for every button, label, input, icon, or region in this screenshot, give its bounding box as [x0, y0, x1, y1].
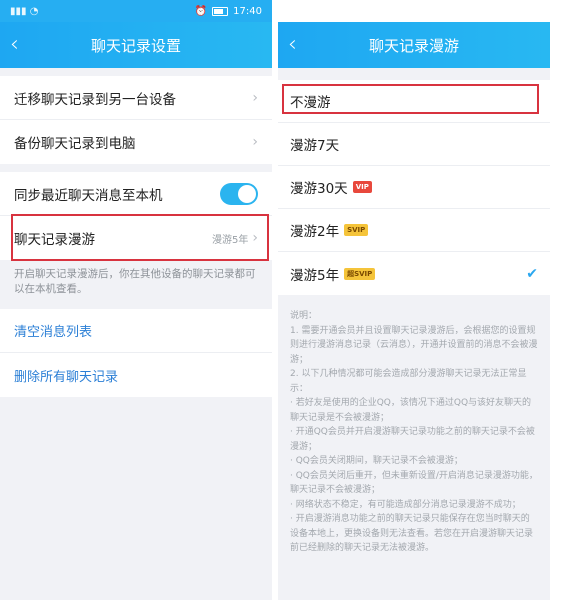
migrate-records-label: 迁移聊天记录到另一台设备 — [14, 91, 176, 108]
chevron-right-icon: › — [252, 89, 258, 106]
notes-line: 2. 以下几种情况都可能会造成部分漫游聊天记录无法正常显示： — [290, 369, 527, 394]
delete-all-records-row[interactable]: 删除所有聊天记录 — [0, 353, 272, 397]
chevron-right-icon: › — [252, 134, 258, 150]
migrate-records-row[interactable]: 迁移聊天记录到另一台设备 › — [0, 76, 272, 120]
sync-toggle[interactable] — [220, 182, 258, 205]
notes-line: · QQ会员关闭后重开，但未重新设置/开启消息记录漫游功能，聊天记录不会被漫游； — [290, 470, 538, 496]
signal-icon: ▮▮▮ ◔ — [10, 5, 39, 17]
chat-record-settings-screen: ▮▮▮ ◔ ⏰ 17:40 ‹ 聊天记录设置 迁移聊天记录到另一台设备 › 备份… — [0, 0, 272, 600]
option-no-roaming[interactable]: 不漫游 — [278, 80, 550, 123]
option-5-years[interactable]: 漫游5年 超SVIP ✔ — [278, 252, 550, 295]
sync-recent-label: 同步最近聊天消息至本机 — [14, 187, 163, 204]
page-title: 聊天记录设置 — [90, 36, 181, 55]
notes-line: · 若好友是使用的企业QQ，该情况下通过QQ与该好友聊天的聊天记录是不会被漫游； — [290, 398, 532, 423]
status-time: 17:40 — [233, 5, 262, 17]
notes-line: · 开通QQ会员并开启漫游聊天记录功能之前的聊天记录不会被漫游； — [290, 427, 535, 452]
roaming-label: 聊天记录漫游 — [14, 232, 95, 248]
roaming-hint: 开启聊天记录漫游后，你在其他设备的聊天记录都可以在本机查看。 — [14, 268, 256, 295]
option-label: 不漫游 — [290, 95, 331, 111]
chat-roaming-screen: ‹ 聊天记录漫游 不漫游 漫游7天 漫游30天 VIP 漫游2年 SVIP 漫游… — [278, 22, 550, 600]
toggle-knob — [238, 184, 256, 203]
roaming-options: 不漫游 漫游7天 漫游30天 VIP 漫游2年 SVIP 漫游5年 超SVIP … — [278, 80, 550, 295]
chevron-right-icon: › — [252, 230, 258, 246]
notes-line: 1. 需要开通会员并且设置聊天记录漫游后，会根据您的设置规则进行漫游消息记录（云… — [290, 325, 538, 365]
vip-badge: VIP — [352, 181, 372, 193]
checkmark-icon: ✔ — [526, 265, 538, 282]
clear-group: 清空消息列表 删除所有聊天记录 — [0, 309, 272, 397]
nav-bar: ‹ 聊天记录设置 — [0, 22, 272, 68]
notes-line: · 开启漫游消息功能之前的聊天记录只能保存在您当时聊天的设备本地上，更换设备则无… — [290, 514, 534, 553]
sync-group: 同步最近聊天消息至本机 聊天记录漫游 漫游5年 › — [0, 172, 272, 260]
delete-all-records-label: 删除所有聊天记录 — [14, 369, 119, 385]
notes-line: · QQ会员关闭期间，聊天记录不会被漫游； — [290, 456, 463, 466]
clear-message-list-label: 清空消息列表 — [14, 325, 93, 340]
backup-to-pc-label: 备份聊天记录到电脑 — [14, 136, 136, 152]
option-label: 漫游30天 — [290, 181, 348, 197]
battery-icon — [212, 6, 229, 16]
option-30-days[interactable]: 漫游30天 VIP — [278, 166, 550, 209]
transfer-group: 迁移聊天记录到另一台设备 › 备份聊天记录到电脑 › — [0, 76, 272, 164]
option-label: 漫游5年 — [290, 267, 340, 284]
option-label: 漫游2年 — [290, 224, 340, 240]
roaming-value: 漫游5年 — [212, 234, 249, 246]
notes-line: · 网络状态不稳定，有可能造成部分消息记录漫游不成功； — [290, 499, 521, 510]
nav-bar: ‹ 聊天记录漫游 — [278, 22, 550, 68]
option-2-years[interactable]: 漫游2年 SVIP — [278, 209, 550, 252]
backup-to-pc-row[interactable]: 备份聊天记录到电脑 › — [0, 120, 272, 164]
back-icon[interactable]: ‹ — [288, 34, 297, 56]
back-icon[interactable]: ‹ — [10, 34, 19, 56]
status-bar: ▮▮▮ ◔ ⏰ 17:40 — [0, 0, 272, 22]
page-title: 聊天记录漫游 — [368, 36, 459, 55]
notes-line: 说明： — [290, 311, 318, 321]
option-7-days[interactable]: 漫游7天 — [278, 123, 550, 166]
roaming-notes: 说明： 1. 需要开通会员并且设置聊天记录漫游后，会根据您的设置规则进行漫游消息… — [278, 295, 550, 556]
super-svip-badge: 超SVIP — [344, 267, 376, 280]
clear-message-list-row[interactable]: 清空消息列表 — [0, 309, 272, 353]
roaming-row[interactable]: 聊天记录漫游 漫游5年 › — [0, 216, 272, 260]
svip-badge: SVIP — [344, 224, 369, 236]
alarm-icon: ⏰ — [194, 5, 208, 17]
sync-recent-row: 同步最近聊天消息至本机 — [0, 172, 272, 216]
option-label: 漫游7天 — [290, 138, 340, 154]
